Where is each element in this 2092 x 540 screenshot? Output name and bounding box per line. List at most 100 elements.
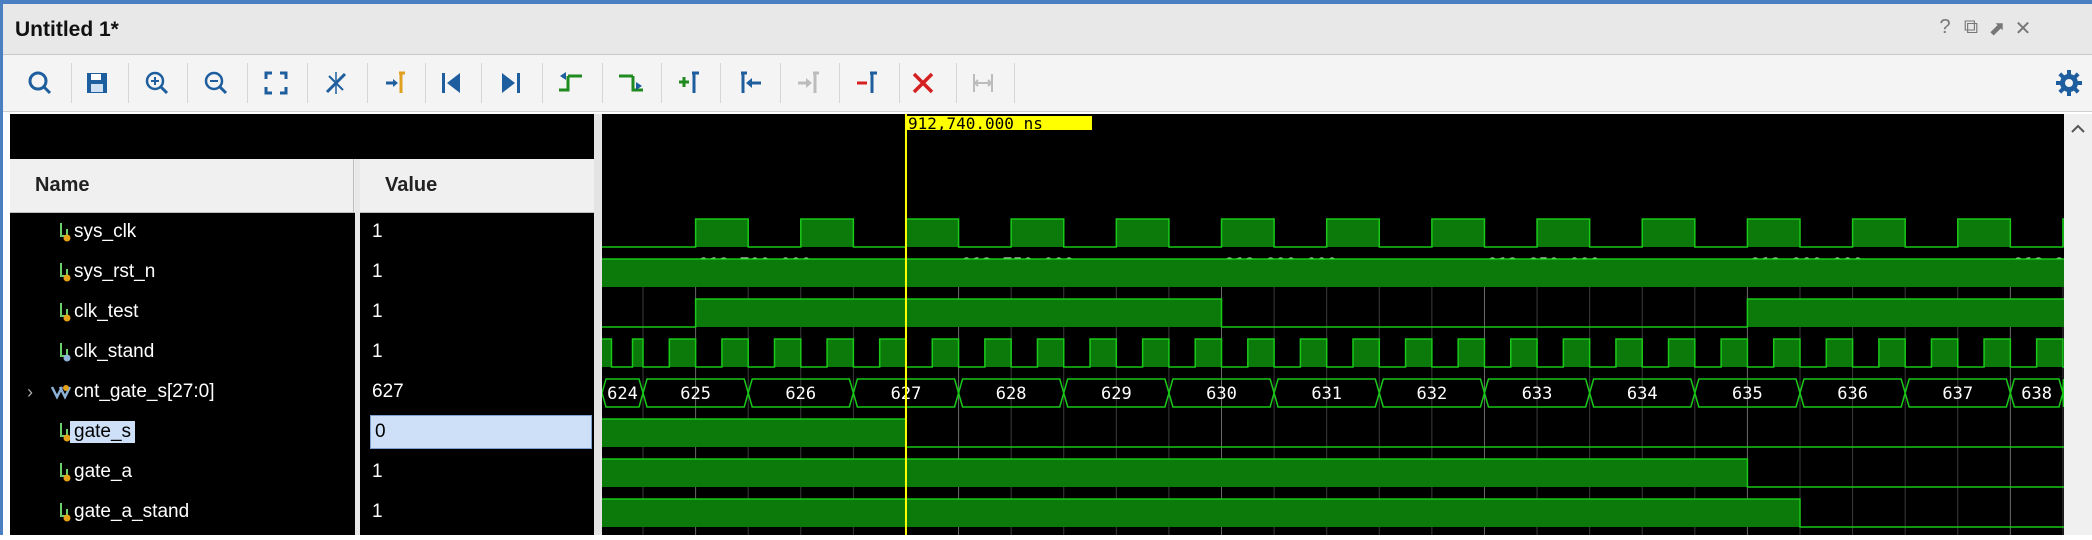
bus-value-label: 631 <box>1311 384 1342 404</box>
restore-icon[interactable]: ⧉ <box>1958 16 1984 39</box>
high-level-fill <box>984 339 1012 367</box>
signal-row-sys-rst-n[interactable]: sys_rst_n 1 <box>10 253 594 293</box>
high-level-fill <box>602 419 906 447</box>
settings-icon[interactable] <box>2049 65 2089 101</box>
name-column-header[interactable]: Name <box>10 159 354 212</box>
high-level-fill <box>1011 219 1064 247</box>
signal-row-gate-a[interactable]: gate_a 1 <box>10 453 594 493</box>
signal-value-cell[interactable]: 1 <box>360 453 594 493</box>
previous-transition-icon[interactable] <box>551 65 591 101</box>
signal-name-cell[interactable]: clk_stand <box>10 333 355 373</box>
delete-all-markers-icon[interactable] <box>903 65 943 101</box>
waveform-pane[interactable]: 912,700.000 ns912,750.000 ns912,800.000 … <box>601 114 2092 535</box>
signal-row-sys-clk[interactable]: sys_clk 1 <box>10 213 594 253</box>
high-level-fill <box>602 459 1748 487</box>
bus-value-label: 634 <box>1627 384 1658 404</box>
high-level-fill <box>1563 339 1590 367</box>
signal-row-gate-a-stand[interactable]: gate_a_stand 1 <box>10 493 594 533</box>
zoom-to-cursor-icon[interactable] <box>316 65 356 101</box>
high-level-fill <box>1615 339 1643 367</box>
pane-splitter[interactable] <box>594 114 602 535</box>
vertical-scrollbar[interactable] <box>2064 114 2092 535</box>
high-level-fill <box>1852 219 1906 247</box>
high-level-fill <box>721 339 749 367</box>
signal-row-gate-s[interactable]: gate_s 0 <box>10 413 594 453</box>
previous-marker-icon[interactable] <box>730 65 770 101</box>
next-transition-icon[interactable] <box>611 65 651 101</box>
next-marker-icon[interactable] <box>789 65 829 101</box>
signal-value-cell[interactable]: 1 <box>360 333 594 373</box>
zoom-out-icon[interactable] <box>196 65 236 101</box>
bus-value-label: 630 <box>1206 384 1237 404</box>
delete-marker-icon[interactable] <box>848 65 888 101</box>
high-level-fill <box>695 299 1222 327</box>
high-level-fill <box>1431 219 1485 247</box>
float-icon[interactable]: ⬈ <box>1984 16 2010 41</box>
signal-name: gate_a <box>74 461 133 482</box>
high-level-fill <box>602 499 1800 527</box>
high-level-fill <box>1668 339 1695 367</box>
search-icon[interactable] <box>20 65 60 101</box>
signal-name-cell[interactable]: gate_s <box>10 413 355 453</box>
signal-value: 1 <box>372 261 383 282</box>
signal-row-clk-stand[interactable]: clk_stand 1 <box>10 333 594 373</box>
signal-name-cell[interactable]: › cnt_gate_s[27:0] <box>10 373 355 413</box>
high-level-fill <box>695 219 749 247</box>
bus-value-label: 637 <box>1942 384 1973 404</box>
high-level-fill <box>932 339 959 367</box>
signal-name: gate_s <box>70 421 136 443</box>
high-level-fill <box>1747 299 2064 327</box>
go-to-cursor-icon[interactable] <box>376 65 416 101</box>
high-level-fill <box>602 339 612 367</box>
high-level-fill <box>1247 339 1275 367</box>
signal-name: gate_a_stand <box>74 501 190 522</box>
signal-name-cell[interactable]: sys_rst_n <box>10 253 355 293</box>
high-level-fill <box>1747 219 1800 247</box>
signal-name: cnt_gate_s[27:0] <box>74 381 215 402</box>
high-level-fill <box>1537 219 1590 247</box>
go-to-last-time-icon[interactable] <box>491 65 531 101</box>
high-level-fill <box>1405 339 1432 367</box>
signal-value-cell[interactable]: 1 <box>360 213 594 253</box>
high-level-fill <box>1300 339 1327 367</box>
high-level-fill <box>1931 339 1958 367</box>
signal-value-cell[interactable]: 627 <box>360 373 594 413</box>
signal-list-header: Name Value <box>10 159 594 213</box>
signal-value-cell[interactable]: 1 <box>360 293 594 333</box>
value-column-header[interactable]: Value <box>360 159 594 212</box>
high-level-fill <box>879 339 906 367</box>
high-level-fill <box>1195 339 1222 367</box>
selected-value-box[interactable]: 0 <box>370 415 592 449</box>
signal-name-cell[interactable]: gate_a_stand <box>10 493 355 533</box>
signal-name-cell[interactable]: clk_test <box>10 293 355 333</box>
signal-row-cnt-gate-s[interactable]: › cnt_gate_s[27:0] 627 <box>10 373 594 413</box>
high-level-fill <box>632 339 644 367</box>
add-marker-icon[interactable] <box>670 65 710 101</box>
cursor-time-label: 912,740.000 ns <box>908 114 1043 133</box>
signal-value: 627 <box>372 381 404 402</box>
signal-name-cell[interactable]: gate_a <box>10 453 355 493</box>
signal-name-cell[interactable]: sys_clk <box>10 213 355 253</box>
signal-value-cell[interactable]: 1 <box>360 493 594 533</box>
high-level-fill <box>1090 339 1117 367</box>
waveform-canvas[interactable]: 912,700.000 ns912,750.000 ns912,800.000 … <box>601 114 2092 535</box>
zoom-fit-icon[interactable] <box>256 65 296 101</box>
high-level-fill <box>800 219 854 247</box>
scroll-up-icon[interactable] <box>2064 114 2092 144</box>
signal-row-clk-test[interactable]: clk_test 1 <box>10 293 594 333</box>
window-title: Untitled 1* <box>15 18 119 41</box>
high-level-fill <box>1721 339 1748 367</box>
zoom-in-icon[interactable] <box>137 65 177 101</box>
save-icon[interactable] <box>77 65 117 101</box>
name-column-label: Name <box>35 174 90 196</box>
close-window-icon[interactable]: ✕ <box>2010 16 2036 41</box>
high-level-fill <box>827 339 854 367</box>
signal-value-cell[interactable]: 1 <box>360 253 594 293</box>
go-to-time-zero-icon[interactable] <box>431 65 471 101</box>
signal-value: 1 <box>372 301 383 322</box>
help-icon[interactable]: ? <box>1932 16 1958 39</box>
signal-name: clk_stand <box>74 341 155 362</box>
signal-value-cell[interactable]: 0 <box>360 413 594 453</box>
swap-cursors-icon[interactable] <box>963 65 1003 101</box>
expand-chevron-icon[interactable]: › <box>27 382 33 403</box>
